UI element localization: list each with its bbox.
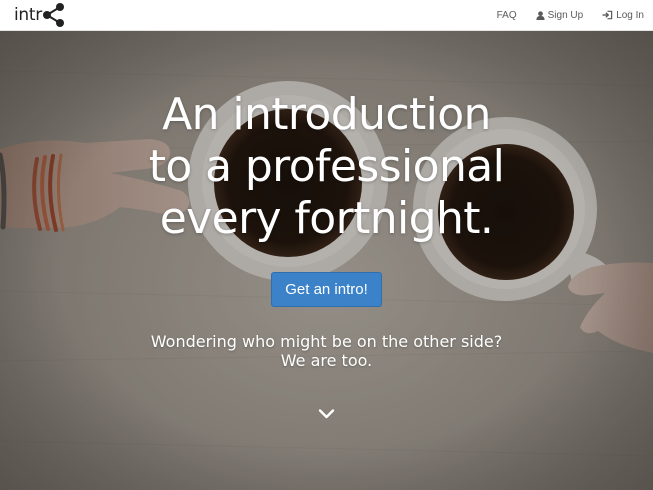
chevron-down-icon[interactable]	[318, 408, 335, 420]
hero-headline-line-2: to a professional	[148, 141, 505, 192]
user-icon	[536, 10, 545, 20]
nav-faq-label: FAQ	[496, 9, 517, 21]
network-nodes-icon	[42, 3, 64, 27]
brand-name: intr	[14, 5, 42, 25]
hero-subline-line-2: We are too.	[280, 351, 373, 370]
nav-signup-link[interactable]: Sign Up	[536, 9, 584, 21]
nav-login-label: Log In	[616, 9, 644, 21]
nav-faq-link[interactable]: FAQ	[497, 10, 517, 21]
hero-section: An introduction to a professional every …	[0, 31, 653, 490]
hero-subline-line-1: Wondering who might be on the other side…	[150, 332, 503, 351]
hero-headline-line-1: An introduction	[162, 89, 491, 140]
hero-headline-line-3: every fortnight.	[159, 193, 494, 244]
nav-login-link[interactable]: Log In	[602, 10, 644, 21]
nav-signup-label: Sign Up	[547, 9, 584, 21]
nav-links: FAQ Sign Up Log In	[497, 0, 644, 30]
get-intro-button[interactable]: Get an intro!	[271, 272, 382, 307]
sign-in-icon	[602, 10, 613, 20]
hero-subline: Wondering who might be on the other side…	[0, 332, 653, 370]
hero-headline: An introduction to a professional every …	[0, 89, 653, 245]
top-navbar: intr FAQ Sign Up Log In	[0, 0, 653, 31]
brand-logo-link[interactable]: intr	[14, 2, 66, 28]
